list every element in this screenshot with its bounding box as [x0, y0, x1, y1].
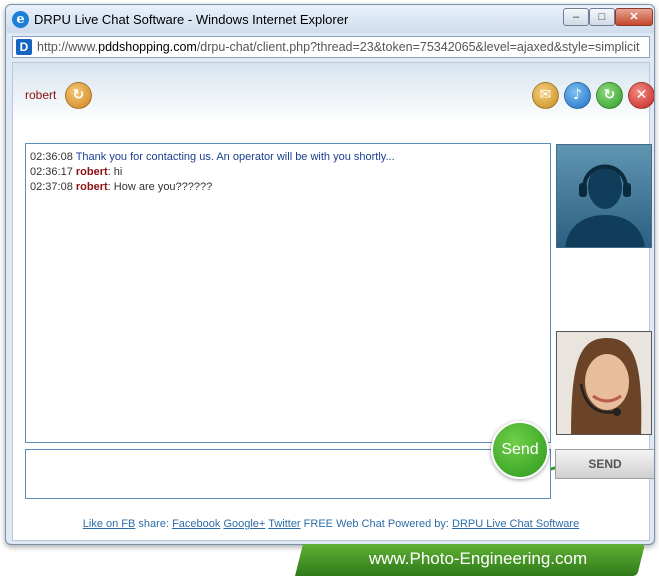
address-url[interactable]: http://www.pddshopping.com/drpu-chat/cli… [37, 40, 647, 54]
watermark-text: www.Photo-Engineering.com [368, 549, 588, 568]
footer: Like on FB share: Facebook Google+ Twitt… [13, 518, 649, 530]
close-window-button[interactable]: ✕ [615, 8, 653, 26]
share-text: share: [138, 518, 169, 530]
maximize-button[interactable]: □ [589, 8, 615, 26]
window-title: DRPU Live Chat Software - Windows Intern… [34, 12, 349, 27]
chat-page: robert ↻ ✉ ♪ ↻ ✕ 02:36:08 Thank you for … [12, 62, 654, 541]
drpu-link[interactable]: DRPU Live Chat Software [452, 518, 579, 530]
ie-icon: e [12, 11, 29, 28]
browser-window: e DRPU Live Chat Software - Windows Inte… [5, 4, 655, 545]
googleplus-link[interactable]: Google+ [223, 518, 265, 530]
address-bar[interactable]: D http://www.pddshopping.com/drpu-chat/c… [12, 36, 650, 58]
send-button[interactable]: SEND [555, 449, 654, 479]
url-rest: /drpu-chat/client.php?thread=23&token=75… [196, 40, 640, 54]
facebook-link[interactable]: Facebook [172, 518, 220, 530]
url-prefix: http://www. [37, 40, 99, 54]
site-favicon-icon: D [16, 39, 32, 55]
message-input[interactable] [25, 449, 551, 499]
minimize-button[interactable]: – [563, 8, 589, 26]
powered-by-text: FREE Web Chat Powered by: [303, 518, 449, 530]
like-on-fb-link[interactable]: Like on FB [83, 518, 136, 530]
url-domain: pddshopping.com [98, 40, 197, 54]
twitter-link[interactable]: Twitter [268, 518, 300, 530]
title-bar: e DRPU Live Chat Software - Windows Inte… [6, 5, 654, 33]
send-callout: Send [491, 421, 549, 479]
